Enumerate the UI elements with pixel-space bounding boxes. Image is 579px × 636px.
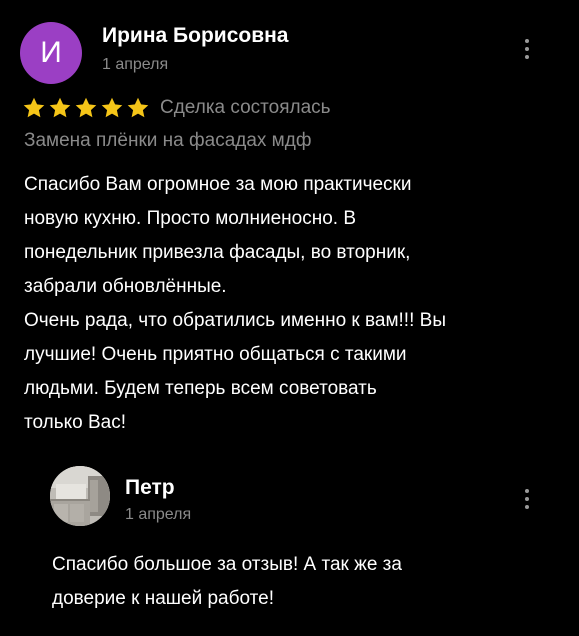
star-rating (22, 96, 150, 120)
rating-row: Сделка состоялась (22, 94, 331, 122)
star-icon (48, 96, 72, 120)
reply-more-options-icon[interactable] (517, 484, 537, 514)
reply-author-name[interactable]: Петр (125, 476, 175, 500)
review-text-paragraph-1: Спасибо Вам огромное за мою практически … (24, 168, 564, 304)
review-text-line: людьми. Будем теперь всем советовать (24, 378, 377, 399)
deal-status: Сделка состоялась (160, 97, 331, 118)
avatar-letter: И (40, 36, 62, 69)
star-icon (100, 96, 124, 120)
reply-text: Спасибо большое за отзыв! А так же за до… (52, 548, 552, 616)
review-text-line: новую кухню. Просто молниеносно. В (24, 208, 357, 229)
review-text-paragraph-2: Очень рада, что обратились именно к вам!… (24, 304, 564, 440)
star-icon (126, 96, 150, 120)
review-text-line: забрали обновлённые. (24, 276, 227, 297)
review-date: 1 апреля (102, 56, 169, 73)
reply-text-line: доверие к нашей работе! (52, 588, 274, 609)
reply-avatar[interactable] (50, 466, 110, 526)
review-text-line: лучшие! Очень приятно общаться с такими (24, 344, 407, 365)
star-icon (22, 96, 46, 120)
more-options-icon[interactable] (517, 34, 537, 64)
review-text-line: Спасибо Вам огромное за мою практически (24, 174, 412, 195)
avatar[interactable]: И (20, 22, 82, 84)
service-name: Замена плёнки на фасадах мдф (24, 130, 312, 151)
review-text-line: Очень рада, что обратились именно к вам!… (24, 310, 446, 331)
star-icon (74, 96, 98, 120)
reply-text-line: Спасибо большое за отзыв! А так же за (52, 554, 402, 575)
review-text-line: только Вас! (24, 412, 127, 433)
author-name[interactable]: Ирина Борисовна (102, 24, 288, 48)
review-text-line: понедельник привезла фасады, во вторник, (24, 242, 411, 263)
kitchen-photo-icon (50, 466, 110, 526)
reply-date: 1 апреля (125, 506, 192, 523)
